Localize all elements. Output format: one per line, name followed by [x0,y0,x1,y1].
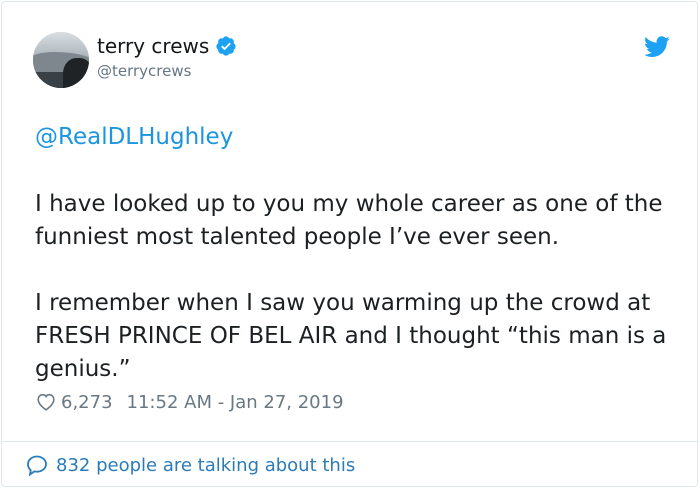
talking-about-text[interactable]: 832 people are talking about this [56,455,355,476]
verified-badge-icon [216,36,236,56]
heart-icon[interactable] [35,391,57,413]
tweet-timestamp[interactable]: 11:52 AM - Jan 27, 2019 [127,392,344,413]
author-handle[interactable]: @terrycrews [97,62,191,80]
avatar[interactable] [33,32,89,88]
like-count[interactable]: 6,273 [61,392,113,413]
mention-link[interactable]: @RealDLHughley [35,124,233,150]
divider [2,441,699,442]
tweet-paragraph: I have looked up to you my whole career … [35,191,663,250]
tweet-card: terry crews @terrycrews @RealDLHughley I… [1,1,699,487]
author-name[interactable]: terry crews [97,34,209,58]
twitter-bird-icon[interactable] [644,36,670,58]
tweet-meta: 6,273 11:52 AM - Jan 27, 2019 [35,391,344,413]
tweet-paragraph: I remember when I saw you warming up the… [35,290,667,382]
talking-about-link[interactable]: 832 people are talking about this [25,453,355,477]
author-name-row[interactable]: terry crews [97,34,237,58]
avatar-person [63,58,89,88]
speech-bubble-icon [27,455,47,477]
